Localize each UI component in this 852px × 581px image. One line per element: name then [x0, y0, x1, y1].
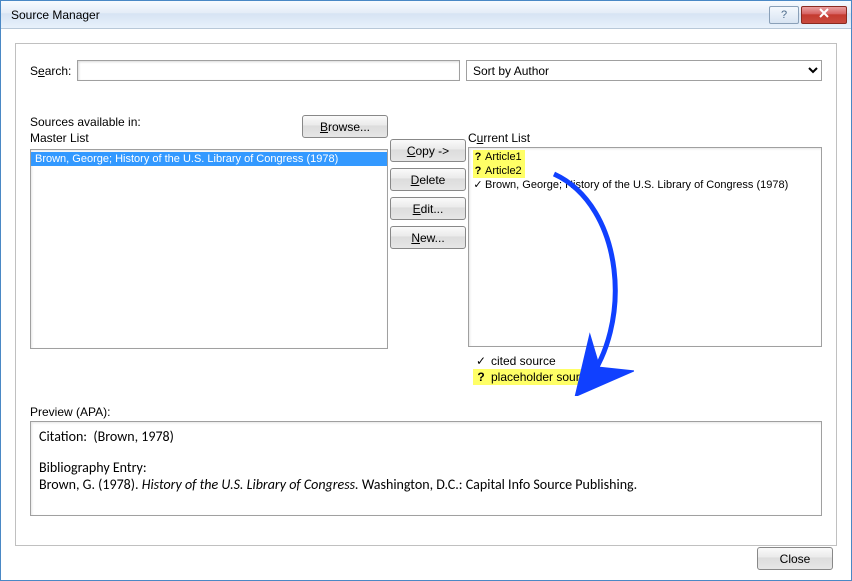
- window-title: Source Manager: [11, 8, 767, 22]
- current-list-column: Current List ?Article1 ?Article2 ✓Brown,…: [468, 115, 822, 385]
- sort-select[interactable]: Sort by Author: [466, 60, 822, 81]
- close-window-button[interactable]: [801, 6, 847, 24]
- legend-cited: ✓ cited source: [468, 353, 822, 369]
- help-button[interactable]: ?: [769, 6, 799, 24]
- edit-button[interactable]: Edit...: [390, 197, 466, 220]
- preview-citation: Citation: (Brown, 1978): [39, 428, 813, 445]
- current-list-label: Current List: [468, 131, 530, 145]
- close-button[interactable]: Close: [757, 547, 833, 570]
- cited-icon: ✓: [473, 178, 483, 192]
- inner-frame: Search: Sort by Author Sources available…: [15, 43, 837, 546]
- preview-entry: Brown, G. (1978). History of the U.S. Li…: [39, 476, 813, 493]
- legend-cited-text: cited source: [491, 353, 556, 369]
- search-row: Search: Sort by Author: [30, 60, 822, 81]
- master-list-column: Sources available in: Master List Browse…: [30, 115, 388, 349]
- browse-row: Sources available in: Master List Browse…: [30, 115, 388, 147]
- search-input[interactable]: [77, 60, 460, 81]
- master-list-item[interactable]: Brown, George; History of the U.S. Libra…: [31, 152, 387, 166]
- browse-button[interactable]: Browse...: [302, 115, 388, 138]
- middle-buttons: Copy -> Delete Edit... New...: [388, 115, 468, 249]
- current-list-item[interactable]: ✓Brown, George; History of the U.S. Libr…: [469, 178, 821, 192]
- current-list-item[interactable]: ?Article1: [469, 150, 821, 164]
- placeholder-icon: ?: [473, 164, 483, 178]
- close-icon: [818, 8, 830, 21]
- help-icon: ?: [781, 9, 787, 21]
- legend: ✓ cited source ? placeholder source: [468, 353, 822, 385]
- preview-label: Preview (APA):: [30, 405, 822, 419]
- source-manager-window: Source Manager ? Search: Sort by Author: [0, 0, 852, 581]
- placeholder-icon: ?: [473, 369, 489, 385]
- legend-placeholder-text: placeholder source: [491, 369, 596, 385]
- client-area: Search: Sort by Author Sources available…: [1, 29, 851, 580]
- master-list-label: Master List: [30, 131, 302, 145]
- current-list-box[interactable]: ?Article1 ?Article2 ✓Brown, George; Hist…: [468, 147, 822, 347]
- sources-available-label: Sources available in:: [30, 115, 302, 129]
- copy-button[interactable]: Copy ->: [390, 139, 466, 162]
- cited-icon: ✓: [473, 353, 489, 369]
- current-list-item[interactable]: ?Article2: [469, 164, 821, 178]
- master-list-box[interactable]: Brown, George; History of the U.S. Libra…: [30, 149, 388, 349]
- preview-box[interactable]: Citation: (Brown, 1978) Bibliography Ent…: [30, 421, 822, 516]
- new-button[interactable]: New...: [390, 226, 466, 249]
- legend-placeholder: ? placeholder source: [468, 369, 822, 385]
- columns: Sources available in: Master List Browse…: [30, 115, 822, 385]
- footer: Close: [757, 547, 833, 570]
- preview-entry-label: Bibliography Entry:: [39, 459, 813, 476]
- placeholder-icon: ?: [473, 150, 483, 164]
- search-label: Search:: [30, 64, 71, 78]
- delete-button[interactable]: Delete: [390, 168, 466, 191]
- titlebar: Source Manager ?: [1, 1, 851, 29]
